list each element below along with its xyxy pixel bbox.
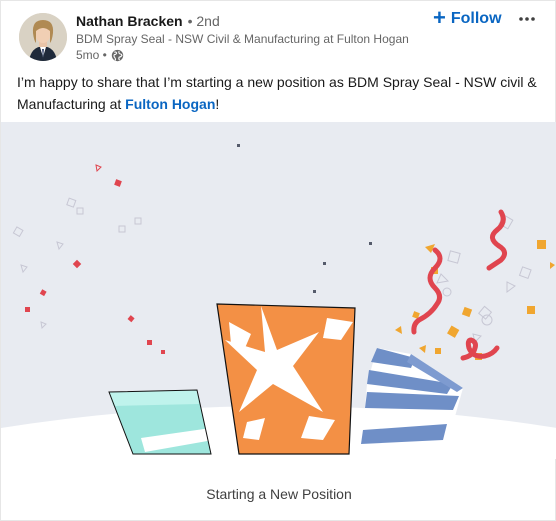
post-text-end: ! xyxy=(215,96,220,112)
celebration-caption-area: Starting a New Position xyxy=(1,459,556,521)
avatar-photo xyxy=(19,13,67,61)
more-options-button[interactable] xyxy=(513,7,541,31)
gift-orange xyxy=(216,303,356,455)
celebration-illustration xyxy=(1,144,556,459)
ellipsis-icon xyxy=(519,17,535,21)
celebration-caption: Starting a New Position xyxy=(206,486,352,502)
avatar[interactable] xyxy=(19,13,67,61)
post-card: Nathan Bracken • 2nd BDM Spray Seal - NS… xyxy=(0,0,556,521)
company-link[interactable]: Fulton Hogan xyxy=(125,96,215,112)
actor-name[interactable]: Nathan Bracken xyxy=(76,13,183,29)
celebration-banner[interactable] xyxy=(1,122,556,459)
connection-degree: • 2nd xyxy=(187,13,220,29)
globe-icon xyxy=(111,49,124,62)
gift-blue-stripes xyxy=(361,348,463,454)
actor-info: Nathan Bracken • 2nd BDM Spray Seal - NS… xyxy=(76,13,409,62)
plus-icon: + xyxy=(433,5,446,30)
actor-headline: BDM Spray Seal - NSW Civil & Manufacturi… xyxy=(76,32,409,46)
follow-label: Follow xyxy=(450,10,502,27)
post-meta: 5mo • xyxy=(76,48,409,62)
post-time: 5mo • xyxy=(76,48,107,62)
post-header: Nathan Bracken • 2nd BDM Spray Seal - NS… xyxy=(1,1,556,67)
post-text-body: I’m happy to share that I’m starting a n… xyxy=(17,74,537,112)
post-text: I’m happy to share that I’m starting a n… xyxy=(17,71,543,115)
follow-button[interactable]: + Follow xyxy=(425,5,510,33)
